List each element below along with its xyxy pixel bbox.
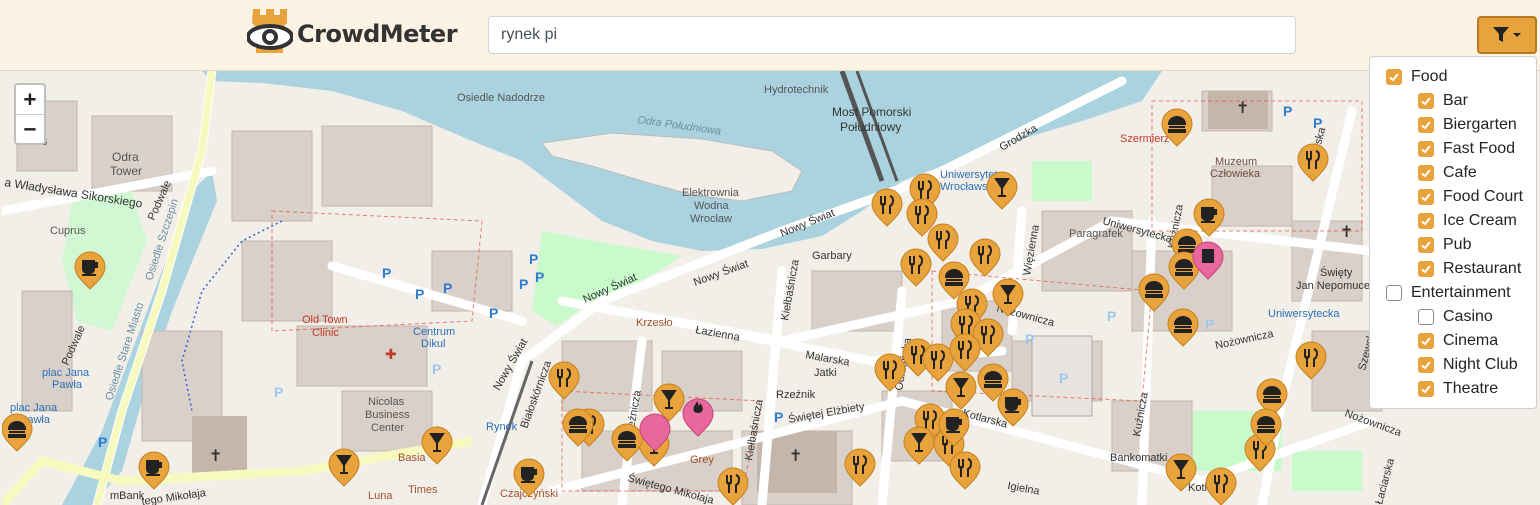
filter-option-label: Bar (1443, 92, 1468, 109)
checkmark-icon (1421, 217, 1431, 226)
filter-option-label: Food Court (1443, 188, 1524, 205)
filter-option-bar[interactable]: Bar (1370, 89, 1536, 113)
checkmark-icon (1421, 241, 1431, 250)
filter-option-label: Biergarten (1443, 116, 1517, 133)
checkbox[interactable] (1418, 309, 1434, 325)
filter-option-label: Casino (1443, 308, 1493, 325)
checkmark-icon (1421, 193, 1431, 202)
crowdmeter-logo-icon (247, 9, 293, 53)
checkbox[interactable] (1386, 69, 1402, 85)
checkmark-icon (1421, 385, 1431, 394)
checkmark-icon (1421, 337, 1431, 346)
map-view[interactable]: Osiedle Nadodrze Odra Południowa Hydrote… (2, 71, 1540, 505)
checkbox[interactable] (1418, 117, 1434, 133)
checkmark-icon (1421, 361, 1431, 370)
filter-option-night-club[interactable]: Night Club (1370, 353, 1536, 377)
app-name: CrowdMeter (297, 20, 458, 48)
filter-option-label: Cafe (1443, 164, 1477, 181)
checkmark-icon (1421, 121, 1431, 130)
filter-option-restaurant[interactable]: Restaurant (1370, 257, 1536, 281)
checkbox[interactable] (1418, 141, 1434, 157)
filter-option-cafe[interactable]: Cafe (1370, 161, 1536, 185)
checkbox[interactable] (1418, 213, 1434, 229)
filter-option-entertainment[interactable]: Entertainment (1370, 281, 1536, 305)
filter-option-label: Ice Cream (1443, 212, 1517, 229)
search-input[interactable] (488, 16, 1296, 54)
filter-option-biergarten[interactable]: Biergarten (1370, 113, 1536, 137)
checkbox[interactable] (1418, 93, 1434, 109)
bar-marker-icon (328, 171, 1197, 492)
filter-option-label: Entertainment (1411, 284, 1511, 301)
filter-option-label: Cinema (1443, 332, 1499, 349)
filter-option-cinema[interactable]: Cinema (1370, 329, 1536, 353)
filter-option-label: Theatre (1443, 380, 1499, 397)
filter-option-fast-food[interactable]: Fast Food (1370, 137, 1536, 161)
checkbox[interactable] (1418, 165, 1434, 181)
checkmark-icon (1421, 265, 1431, 274)
checkmark-icon (1421, 145, 1431, 154)
filter-option-label: Pub (1443, 236, 1472, 253)
filter-option-theatre[interactable]: Theatre (1370, 377, 1536, 401)
filter-option-ice-cream[interactable]: Ice Cream (1370, 209, 1536, 233)
filter-option-food[interactable]: Food (1370, 65, 1536, 89)
checkmark-icon (1421, 97, 1431, 106)
checkbox[interactable] (1386, 285, 1402, 301)
filter-option-label: Night Club (1443, 356, 1518, 373)
zoom-control: + − (14, 83, 46, 145)
filter-option-label: Restaurant (1443, 260, 1522, 277)
checkbox[interactable] (1418, 357, 1434, 373)
zoom-out-button[interactable]: − (16, 114, 44, 143)
app-logo[interactable]: CrowdMeter (247, 9, 458, 59)
checkbox[interactable] (1418, 381, 1434, 397)
filter-option-pub[interactable]: Pub (1370, 233, 1536, 257)
filter-dropdown-button[interactable] (1477, 16, 1537, 54)
filter-option-label: Fast Food (1443, 140, 1516, 157)
filter-option-label: Food (1411, 68, 1448, 85)
category-filter-menu: Food Bar Biergarten Fast Food Cafe Food Court… (1369, 56, 1537, 409)
filter-option-casino[interactable]: Casino (1370, 305, 1536, 329)
filter-option-food-court[interactable]: Food Court (1370, 185, 1536, 209)
checkbox[interactable] (1418, 237, 1434, 253)
checkbox[interactable] (1418, 261, 1434, 277)
top-navbar: CrowdMeter (0, 0, 1540, 71)
zoom-in-button[interactable]: + (16, 85, 44, 114)
fast-food-marker-icon (2, 108, 1288, 462)
checkbox[interactable] (1418, 189, 1434, 205)
filter-icon (1493, 27, 1521, 42)
checkbox[interactable] (1418, 333, 1434, 349)
checkmark-icon (1421, 169, 1431, 178)
checkmark-icon (1389, 73, 1399, 82)
poi-markers-layer (2, 108, 1329, 505)
